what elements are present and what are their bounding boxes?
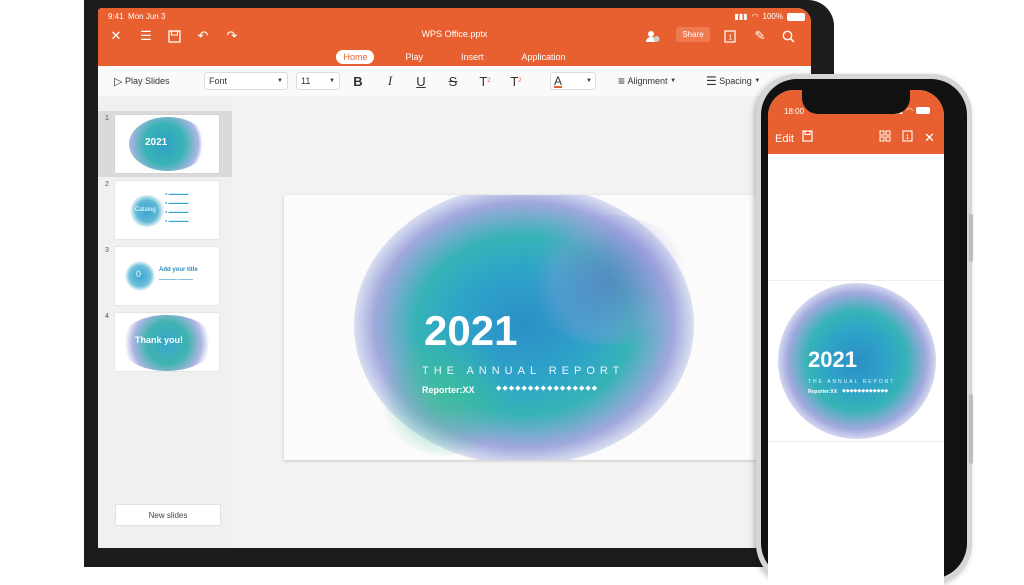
share-button[interactable]: Share (676, 27, 710, 42)
page-count-icon[interactable]: 1 (722, 28, 738, 44)
chevron-down-icon: ▼ (277, 78, 283, 84)
tab-insert[interactable]: Insert (454, 50, 491, 64)
underline-button[interactable]: U (412, 72, 430, 90)
svg-text:1: 1 (906, 134, 910, 141)
play-slides-button[interactable]: ▷ Play Slides (114, 72, 170, 90)
wifi-icon: ◠ (906, 106, 913, 115)
chevron-down-icon: ▼ (586, 78, 592, 84)
phone-notch (802, 90, 910, 114)
signal-icon: ▮▮▮ (734, 12, 748, 21)
slide-decoration-dots: ◆◆◆◆◆◆◆◆◆◆◆◆◆◆◆◆ (496, 385, 599, 392)
save-icon[interactable] (802, 130, 813, 145)
search-icon[interactable] (780, 28, 796, 44)
chevron-down-icon: ▼ (329, 78, 335, 84)
phone-screen: 18:00 ▮▮▮ ◠ Edit 1 ✕ (768, 90, 944, 585)
pen-tool-icon[interactable]: ✎ (752, 28, 768, 44)
play-icon: ▷ (114, 75, 123, 88)
watercolor-splash (778, 283, 936, 439)
thumbnail-preview: 0 Add your title ▬▬▬▬▬▬ ▬▬▬▬▬ (115, 247, 219, 305)
tablet-device: 9:41 Mon Jun 3 ▮▮▮ ◠ 100% ✕ ☰ ↶ ↷ WPS Of… (84, 0, 834, 567)
status-bar-right: ▮▮▮ ◠ 100% (734, 12, 805, 21)
page-count-icon[interactable]: 1 (902, 130, 913, 145)
phone-status-time: 18:00 (784, 107, 805, 116)
chevron-down-icon: ▼ (670, 78, 677, 84)
status-bar-time: 9:41 Mon Jun 3 (108, 12, 166, 21)
subscript-button[interactable]: T2 (507, 72, 525, 90)
slide-editor-canvas: 2021 THE ANNUAL REPORT Reporter:XX ◆◆◆◆◆… (232, 96, 811, 548)
wifi-icon: ◠ (751, 12, 759, 21)
phone-device: 18:00 ▮▮▮ ◠ Edit 1 ✕ (756, 74, 973, 585)
bold-button[interactable]: B (349, 72, 367, 90)
font-size-select[interactable]: 11 ▼ (296, 72, 340, 90)
thumbnail-preview: 2021 (115, 115, 219, 173)
phone-slide-subtitle: THE ANNUAL REPORT (808, 379, 896, 385)
phone-bezel: 18:00 ▮▮▮ ◠ Edit 1 ✕ (761, 79, 967, 585)
current-slide[interactable]: 2021 THE ANNUAL REPORT Reporter:XX ◆◆◆◆◆… (284, 195, 756, 460)
font-color-icon: A (554, 74, 563, 88)
italic-button[interactable]: I (381, 72, 399, 90)
font-color-select[interactable]: A ▼ (550, 72, 596, 90)
slide-subtitle: THE ANNUAL REPORT (422, 365, 625, 377)
phone-slide-year: 2021 (808, 347, 857, 372)
app-header: 9:41 Mon Jun 3 ▮▮▮ ◠ 100% ✕ ☰ ↶ ↷ WPS Of… (98, 8, 811, 66)
svg-text:1: 1 (728, 34, 732, 41)
line-spacing-icon: ☰ (706, 74, 717, 88)
slide-thumbnail-4[interactable]: 4 Thank you! (98, 309, 232, 375)
collaborators-icon[interactable] (644, 28, 660, 44)
tab-home[interactable]: Home (336, 50, 375, 64)
slide-thumbnail-panel: 1 2021 2 Catalog ● ▬▬▬▬▬ ● ▬▬▬▬▬ ● ▬▬▬▬▬… (98, 96, 233, 548)
chevron-down-icon: ▼ (754, 78, 761, 84)
tablet-screen: 9:41 Mon Jun 3 ▮▮▮ ◠ 100% ✕ ☰ ↶ ↷ WPS Of… (98, 8, 811, 548)
phone-slide-dots: ◆◆◆◆◆◆◆◆◆◆◆◆ (842, 388, 889, 394)
superscript-button[interactable]: T2 (476, 72, 494, 90)
slide-title-year: 2021 (424, 307, 518, 354)
slide-thumbnail-2[interactable]: 2 Catalog ● ▬▬▬▬▬ ● ▬▬▬▬▬ ● ▬▬▬▬▬ ● ▬▬▬▬… (98, 177, 232, 243)
battery-icon (787, 12, 805, 21)
grid-view-icon[interactable] (879, 130, 891, 145)
power-button (969, 394, 973, 464)
font-family-select[interactable]: Font ▼ (204, 72, 288, 90)
spacing-menu[interactable]: ☰ Spacing ▼ (706, 72, 760, 90)
thumbnail-preview: Thank you! (115, 313, 219, 371)
watercolor-splash-purple (524, 215, 694, 345)
align-left-icon: ≡ (618, 74, 626, 88)
slide-reporter: Reporter:XX (422, 385, 475, 395)
new-slides-button[interactable]: New slides (115, 504, 221, 526)
close-icon[interactable]: ✕ (924, 130, 935, 146)
strikethrough-button[interactable]: S (444, 72, 462, 90)
slide-thumbnail-3[interactable]: 3 0 Add your title ▬▬▬▬▬▬ ▬▬▬▬▬ (98, 243, 232, 309)
ribbon-tabs: Home Play Insert Application (98, 50, 811, 64)
slide-thumbnail-1[interactable]: 1 2021 (98, 111, 232, 177)
phone-slide-reporter: Reporter:XX (808, 389, 838, 395)
thumbnail-preview: Catalog ● ▬▬▬▬▬ ● ▬▬▬▬▬ ● ▬▬▬▬▬ ● ▬▬▬▬▬ (115, 181, 219, 239)
tab-play[interactable]: Play (398, 50, 430, 64)
alignment-menu[interactable]: ≡ Alignment ▼ (618, 72, 676, 90)
phone-edit-button[interactable]: Edit (775, 133, 794, 145)
volume-button (969, 214, 973, 262)
battery-icon (916, 107, 930, 114)
battery-percent: 100% (762, 12, 783, 21)
formatting-toolbar: ▷ Play Slides Font ▼ 11 ▼ B I U S T2 T2 A … (98, 66, 811, 97)
tab-application[interactable]: Application (515, 50, 573, 64)
phone-slide-preview[interactable]: 2021 THE ANNUAL REPORT Reporter:XX ◆◆◆◆◆… (768, 280, 944, 442)
